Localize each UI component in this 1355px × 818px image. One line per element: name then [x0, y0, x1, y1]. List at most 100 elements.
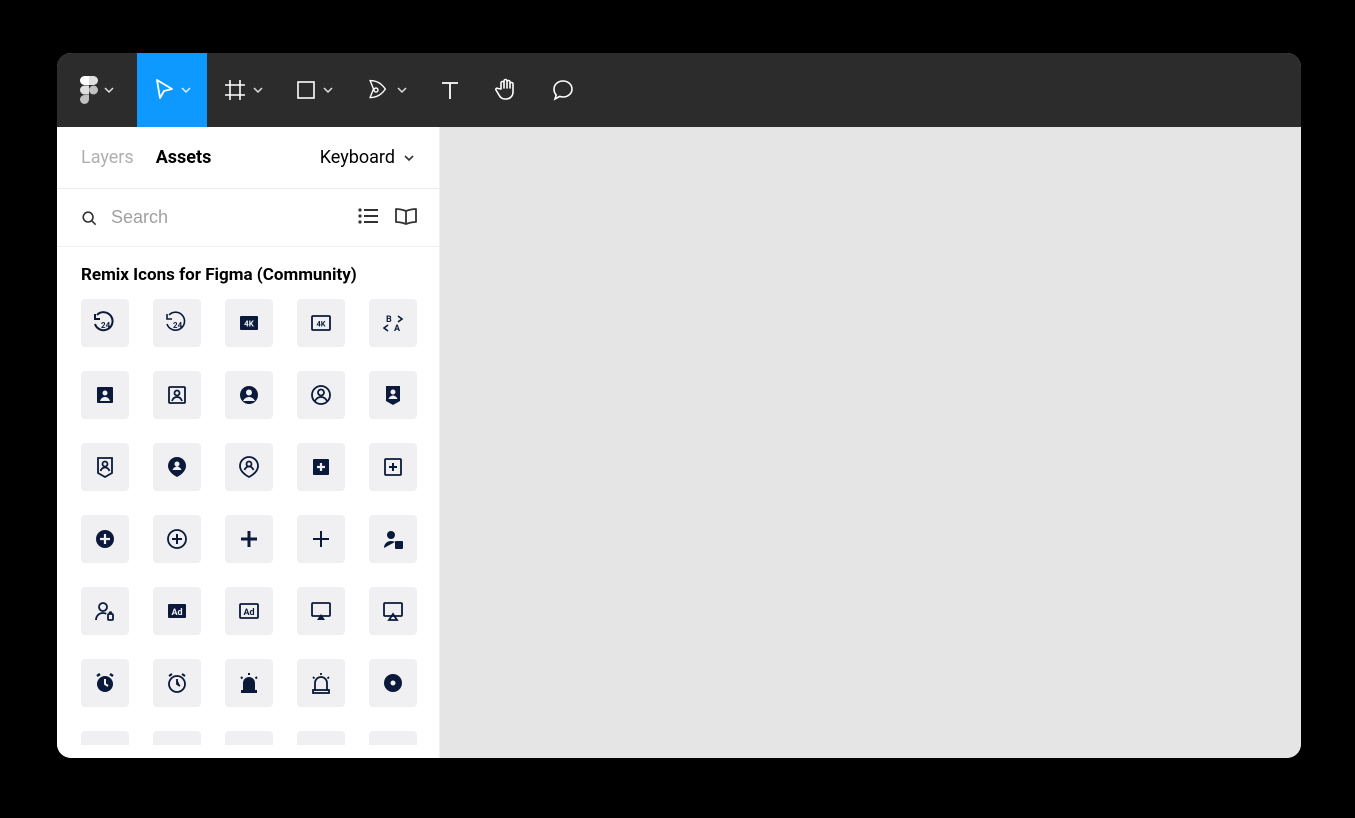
asset-admin-fill[interactable]	[369, 515, 417, 563]
search-row	[57, 189, 439, 247]
alarm-line-icon	[165, 671, 189, 695]
asset-alarm-warning-fill[interactable]	[225, 659, 273, 707]
svg-text:4K: 4K	[316, 320, 325, 329]
account-pin-box-fill-icon	[381, 383, 405, 407]
4k-fill-icon: 4K	[237, 311, 261, 335]
comment-icon	[551, 78, 575, 102]
24-hours-line-icon: 24	[165, 311, 189, 335]
chevron-down-icon	[397, 85, 407, 95]
asset-account-pin-box-line[interactable]	[81, 443, 129, 491]
account-pin-box-line-icon	[93, 455, 117, 479]
hand-tool[interactable]	[477, 53, 535, 127]
chevron-down-icon	[253, 85, 263, 95]
add-box-line-icon	[381, 455, 405, 479]
chevron-down-icon	[104, 85, 114, 95]
airplay-line-icon	[381, 599, 405, 623]
asset-advertisement-fill[interactable]: Ad	[153, 587, 201, 635]
asset-4k-fill[interactable]: 4K	[225, 299, 273, 347]
account-circle-line-icon	[309, 383, 333, 407]
add-circle-line-icon	[165, 527, 189, 551]
asset-grid: 24 24 4K 4K BA Ad Ad	[57, 295, 439, 745]
chevron-down-icon	[323, 85, 333, 95]
asset-alarm-fill[interactable]	[81, 659, 129, 707]
asset-account-circle-fill[interactable]	[225, 371, 273, 419]
admin-line-icon	[93, 599, 117, 623]
text-icon	[439, 78, 461, 102]
shape-tool[interactable]	[279, 53, 349, 127]
asset-add-circle-fill[interactable]	[81, 515, 129, 563]
app-window: Layers Assets Keyboard Remix Icons for	[57, 53, 1301, 758]
asset-account-pin-circle-fill[interactable]	[153, 443, 201, 491]
asset-add-fill[interactable]	[225, 515, 273, 563]
svg-text:A: A	[394, 324, 401, 334]
asset-partial[interactable]	[81, 731, 129, 745]
chevron-down-icon	[181, 85, 191, 95]
page-selector[interactable]: Keyboard	[320, 147, 415, 168]
asset-add-circle-line[interactable]	[153, 515, 201, 563]
frame-tool[interactable]	[207, 53, 279, 127]
chevron-down-icon	[403, 152, 415, 164]
pen-tool[interactable]	[349, 53, 423, 127]
ab-icon-icon: BA	[381, 311, 405, 335]
figma-logo-icon	[80, 76, 98, 104]
asset-airplay-fill[interactable]	[297, 587, 345, 635]
airplay-fill-icon	[309, 599, 333, 623]
rectangle-icon	[295, 79, 317, 101]
asset-admin-line[interactable]	[81, 587, 129, 635]
hand-icon	[493, 77, 519, 103]
asset-add-box-line[interactable]	[369, 443, 417, 491]
asset-24-hours-fill[interactable]: 24	[81, 299, 129, 347]
asset-partial[interactable]	[153, 731, 201, 745]
account-pin-circle-fill-icon	[165, 455, 189, 479]
frame-icon	[223, 78, 247, 102]
account-box-fill-icon	[93, 383, 117, 407]
add-fill-icon	[237, 527, 261, 551]
asset-account-circle-line[interactable]	[297, 371, 345, 419]
add-circle-fill-icon	[93, 527, 117, 551]
pen-icon	[365, 78, 391, 102]
asset-account-pin-circle-line[interactable]	[225, 443, 273, 491]
main-menu[interactable]	[57, 53, 137, 127]
asset-advertisement-line[interactable]: Ad	[225, 587, 273, 635]
text-tool[interactable]	[423, 53, 477, 127]
svg-text:Ad: Ad	[171, 608, 182, 618]
asset-partial[interactable]	[225, 731, 273, 745]
account-box-line-icon	[165, 383, 189, 407]
list-icon	[357, 207, 379, 225]
asset-4k-line[interactable]: 4K	[297, 299, 345, 347]
asset-alarm-line[interactable]	[153, 659, 201, 707]
asset-account-pin-box-fill[interactable]	[369, 371, 417, 419]
svg-text:24: 24	[101, 321, 111, 330]
comment-tool[interactable]	[535, 53, 591, 127]
asset-album-fill[interactable]	[369, 659, 417, 707]
asset-add-line[interactable]	[297, 515, 345, 563]
page-name: Keyboard	[320, 147, 395, 168]
asset-account-box-fill[interactable]	[81, 371, 129, 419]
album-fill-icon	[381, 671, 405, 695]
admin-fill-icon	[381, 527, 405, 551]
asset-account-box-line[interactable]	[153, 371, 201, 419]
asset-partial[interactable]	[297, 731, 345, 745]
tab-layers[interactable]: Layers	[81, 147, 134, 168]
asset-ab-icon[interactable]: BA	[369, 299, 417, 347]
cursor-icon	[153, 78, 175, 102]
asset-airplay-line[interactable]	[369, 587, 417, 635]
canvas[interactable]	[440, 127, 1301, 758]
asset-alarm-warning-line[interactable]	[297, 659, 345, 707]
4k-line-icon: 4K	[309, 311, 333, 335]
list-view-button[interactable]	[357, 207, 379, 229]
alarm-fill-icon	[93, 671, 117, 695]
24-hours-fill-icon: 24	[93, 311, 117, 335]
asset-24-hours-line[interactable]: 24	[153, 299, 201, 347]
panel-tabs: Layers Assets Keyboard	[57, 127, 439, 189]
toolbar	[57, 53, 1301, 127]
book-icon	[393, 206, 419, 226]
search-icon	[81, 209, 97, 227]
advertisement-fill-icon: Ad	[165, 599, 189, 623]
move-tool[interactable]	[137, 53, 207, 127]
asset-partial[interactable]	[369, 731, 417, 745]
tab-assets[interactable]: Assets	[156, 147, 212, 168]
search-input[interactable]	[111, 207, 343, 228]
library-button[interactable]	[393, 206, 419, 230]
asset-add-box-fill[interactable]	[297, 443, 345, 491]
